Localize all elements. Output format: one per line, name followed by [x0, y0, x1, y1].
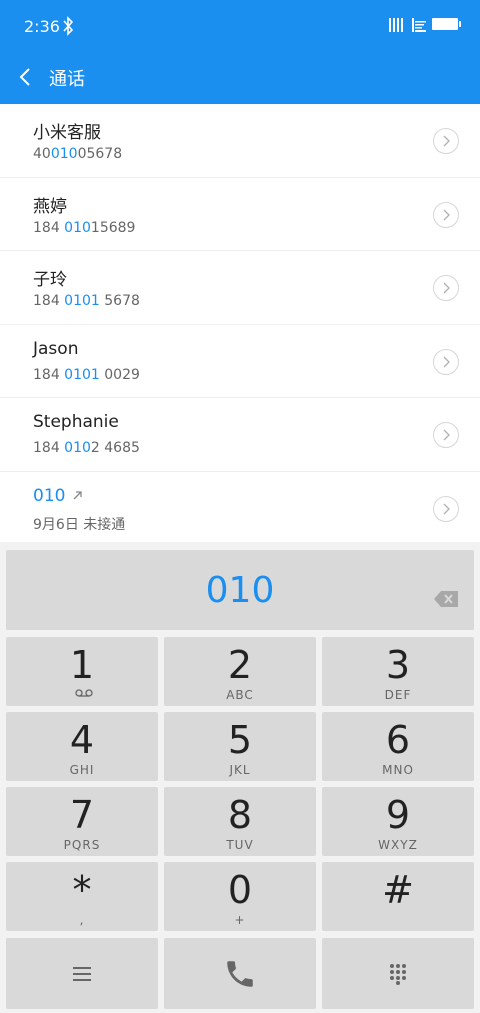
- dialpad-toggle-button[interactable]: [322, 938, 474, 1009]
- key-8[interactable]: 8 TUV: [164, 787, 316, 856]
- recent-detail: 9月6日 未接通: [33, 516, 126, 533]
- contact-row[interactable]: Jason 184 0101 0029: [0, 325, 480, 398]
- app-header: 2:36 通话: [0, 0, 480, 104]
- contact-detail-button[interactable]: [433, 348, 459, 375]
- recent-number: 010: [33, 486, 83, 506]
- contact-number: 184 0101 0029: [33, 366, 140, 383]
- key-star[interactable]: *,: [6, 862, 158, 931]
- backspace-icon[interactable]: [434, 591, 458, 607]
- contact-number: 4001005678: [33, 146, 123, 162]
- contact-row[interactable]: Stephanie 184 0102 4685: [0, 398, 480, 472]
- recent-call-row[interactable]: 010 9月6日 未接通: [0, 472, 480, 545]
- chevron-right-icon: [443, 209, 450, 220]
- contact-detail-button[interactable]: [433, 128, 459, 154]
- key-hash[interactable]: #: [322, 862, 474, 931]
- key-9[interactable]: 9 WXYZ: [322, 787, 474, 856]
- chevron-right-icon: [443, 503, 450, 514]
- contact-number: 184 0101 5678: [33, 293, 140, 309]
- chevron-right-icon: [443, 135, 450, 147]
- contact-number: 184 0102 4685: [33, 440, 140, 456]
- bluetooth-icon: [63, 16, 74, 36]
- voicemail-icon: [75, 689, 93, 697]
- key-1[interactable]: 1: [6, 637, 158, 706]
- menu-icon: [73, 966, 91, 981]
- key-4[interactable]: 4 GHI: [6, 712, 158, 781]
- wifi-signal-icon: [412, 18, 426, 32]
- dialpad: 010 1 2 ABC 3 DEF 4 GHI 5 JKL 6 MNO 7 PQRS 8 TU…: [0, 542, 480, 1013]
- status-bar: 2:36: [0, 0, 480, 52]
- key-6[interactable]: 6 MNO: [322, 712, 474, 781]
- dial-input[interactable]: 010: [6, 570, 474, 611]
- contact-row[interactable]: 小米客服 4001005678: [0, 104, 480, 178]
- key-0[interactable]: 0 +: [164, 862, 316, 931]
- contact-name: Jason: [33, 338, 79, 359]
- call-button[interactable]: [164, 938, 316, 1009]
- key-2[interactable]: 2 ABC: [164, 637, 316, 706]
- title-bar: 通话: [0, 52, 480, 104]
- contact-name: Stephanie: [33, 412, 119, 432]
- chevron-right-icon: [443, 282, 450, 294]
- signal-icon: [389, 18, 403, 32]
- outgoing-call-icon: [73, 490, 83, 499]
- chevron-right-icon: [443, 356, 450, 367]
- dial-display: 010: [6, 550, 474, 630]
- dialpad-icon: [390, 963, 406, 985]
- contact-list: 小米客服 4001005678 燕婷 184 01015689 子玲 184 0…: [0, 104, 480, 545]
- chevron-right-icon: [443, 429, 450, 441]
- contact-row[interactable]: 子玲 184 0101 5678: [0, 251, 480, 325]
- recent-detail-button[interactable]: [433, 495, 459, 522]
- key-3[interactable]: 3 DEF: [322, 637, 474, 706]
- contact-detail-button[interactable]: [433, 275, 459, 301]
- status-time: 2:36: [24, 17, 60, 36]
- contact-detail-button[interactable]: [433, 201, 459, 228]
- contact-detail-button[interactable]: [433, 422, 459, 448]
- phone-icon: [227, 960, 253, 987]
- menu-button[interactable]: [6, 938, 158, 1009]
- contact-name: 小米客服: [33, 123, 101, 143]
- key-5[interactable]: 5 JKL: [164, 712, 316, 781]
- page-title: 通话: [49, 69, 85, 90]
- back-arrow-icon[interactable]: [18, 65, 32, 89]
- battery-icon: [432, 18, 461, 30]
- contact-row[interactable]: 燕婷 184 01015689: [0, 178, 480, 251]
- contact-name: 子玲: [33, 270, 67, 290]
- key-7[interactable]: 7 PQRS: [6, 787, 158, 856]
- contact-name: 燕婷: [33, 196, 67, 217]
- contact-number: 184 01015689: [33, 219, 136, 236]
